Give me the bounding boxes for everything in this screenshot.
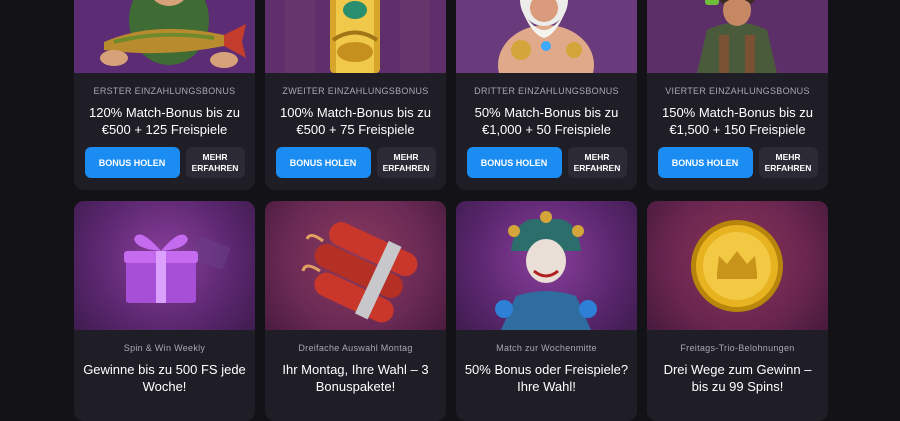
promo-title: Ihr Montag, Ihre Wahl – 3 Bonuspakete! [282, 362, 429, 394]
bonus-subtitle: DRITTER EINZAHLUNGSBONUS [474, 86, 619, 96]
bonus-subtitle: ERSTER EINZAHLUNGSBONUS [93, 86, 236, 96]
bonus-title: 150% Match-Bonus bis zu €1,500 + 150 Fre… [661, 105, 814, 137]
promo-subtitle: Match zur Wochenmitte [496, 343, 597, 353]
claim-bonus-button[interactable]: BONUS HOLEN [275, 147, 371, 178]
promo-subtitle: Dreifache Auswahl Montag [298, 343, 413, 353]
learn-more-button[interactable]: MEHR ERFAHREN [758, 147, 818, 178]
promo-subtitle: Freitags-Trio-Belohnungen [680, 343, 795, 353]
bonus-card-fourth-deposit: VIERTER EINZAHLUNGSBONUS 150% Match-Bonu… [647, 0, 828, 190]
bonus-card-first-deposit: ERSTER EINZAHLUNGSBONUS 120% Match-Bonus… [74, 0, 255, 190]
bonus-card-second-deposit: ZWEITER EINZAHLUNGSBONUS 100% Match-Bonu… [265, 0, 446, 190]
bonus-subtitle: VIERTER EINZAHLUNGSBONUS [665, 86, 810, 96]
promo-card-spin-win-weekly[interactable]: Spin & Win Weekly Gewinne bis zu 500 FS … [74, 201, 255, 421]
promo-title: Drei Wege zum Gewinn – bis zu 99 Spins! [663, 362, 812, 394]
gold-coin-icon [647, 201, 828, 330]
promo-card-midweek-match[interactable]: Match zur Wochenmitte 50% Bonus oder Fre… [456, 201, 637, 421]
promo-title: 50% Bonus oder Freispiele? Ihre Wahl! [464, 362, 629, 394]
bonus-title: 120% Match-Bonus bis zu €500 + 125 Freis… [88, 105, 241, 137]
fisherman-fish-icon [74, 0, 255, 73]
learn-more-button[interactable]: MEHR ERFAHREN [567, 147, 627, 178]
jester-icon [456, 201, 637, 330]
promo-subtitle: Spin & Win Weekly [123, 343, 206, 353]
weekly-promotions-row: Spin & Win Weekly Gewinne bis zu 500 FS … [74, 201, 828, 421]
promo-card-monday-choice[interactable]: Dreifache Auswahl Montag Ihr Montag, Ihr… [265, 201, 446, 421]
promo-card-friday-trio[interactable]: Freitags-Trio-Belohnungen Drei Wege zum … [647, 201, 828, 421]
learn-more-button[interactable]: MEHR ERFAHREN [185, 147, 245, 178]
promo-title: Gewinne bis zu 500 FS jede Woche! [83, 362, 246, 394]
claim-bonus-button[interactable]: BONUS HOLEN [84, 147, 180, 178]
zeus-icon [456, 0, 637, 73]
welcome-bonus-row: ERSTER EINZAHLUNGSBONUS 120% Match-Bonus… [74, 0, 828, 190]
gift-box-icon [74, 201, 255, 330]
claim-bonus-button[interactable]: BONUS HOLEN [657, 147, 753, 178]
bonus-title: 100% Match-Bonus bis zu €500 + 75 Freisp… [279, 105, 432, 137]
claim-bonus-button[interactable]: BONUS HOLEN [466, 147, 562, 178]
bonus-title: 50% Match-Bonus bis zu €1,000 + 50 Freis… [474, 105, 619, 137]
golden-scarab-pillar-icon [265, 0, 446, 73]
learn-more-button[interactable]: MEHR ERFAHREN [376, 147, 436, 178]
bonus-subtitle: ZWEITER EINZAHLUNGSBONUS [282, 86, 429, 96]
dynamite-icon [265, 201, 446, 330]
bonus-card-third-deposit: DRITTER EINZAHLUNGSBONUS 50% Match-Bonus… [456, 0, 637, 190]
explorer-icon [647, 0, 828, 73]
